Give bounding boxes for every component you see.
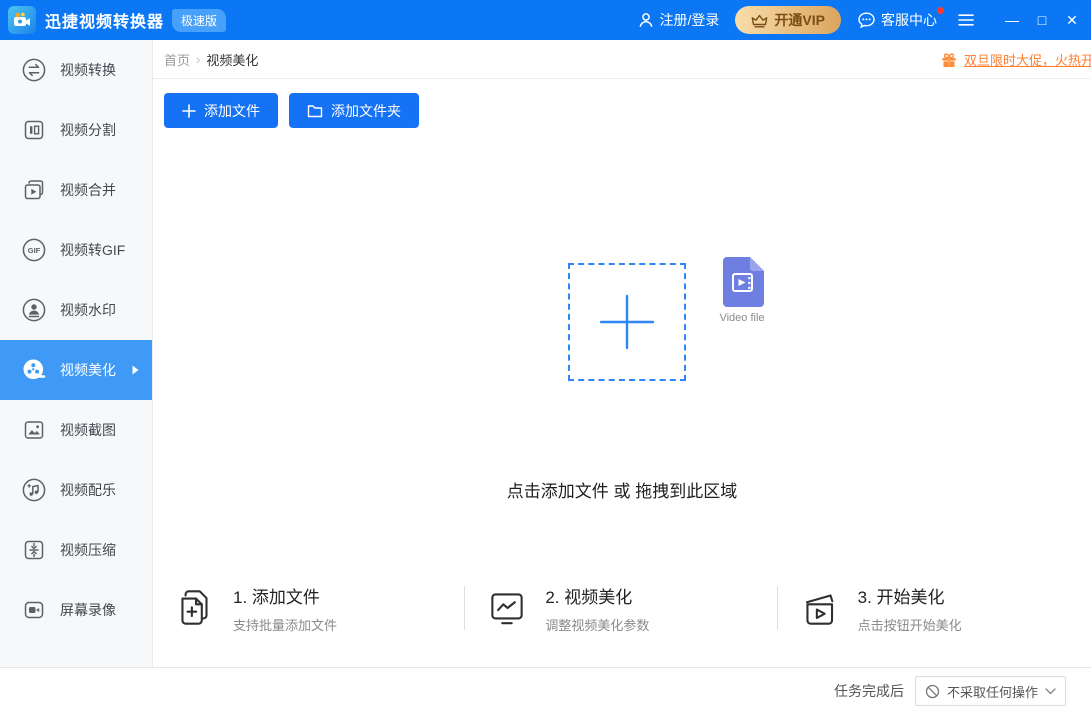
svg-text:GIF: GIF [28, 246, 41, 255]
menu-button[interactable] [953, 6, 979, 34]
step-desc: 支持批量添加文件 [233, 615, 337, 634]
sidebar-item-label: 视频压缩 [60, 540, 116, 560]
notification-dot [937, 7, 944, 14]
chevron-down-icon [1045, 688, 1056, 695]
promo-banner[interactable]: 双旦限时大促，火热开抢 [941, 40, 1091, 79]
step-title: 3. 开始美化 [858, 583, 962, 608]
main-content: 首页 › 视频美化 双旦限时大促，火热开抢 [153, 40, 1091, 667]
file-dropzone[interactable] [568, 263, 686, 381]
footer-bar: 任务完成后 不采取任何操作 [0, 667, 1091, 714]
support-button[interactable]: 客服中心 [857, 10, 937, 30]
app-window: 迅捷视频转换器 极速版 注册/登录 开通 [0, 0, 1091, 714]
titlebar: 迅捷视频转换器 极速版 注册/登录 开通 [0, 0, 1091, 40]
breadcrumb-separator: › [196, 52, 200, 67]
plus-icon [182, 104, 196, 118]
step-beautify: 2. 视频美化 调整视频美化参数 [465, 583, 776, 634]
support-label: 客服中心 [881, 10, 937, 30]
close-button[interactable]: ✕ [1059, 6, 1085, 34]
sidebar-item-label: 视频截图 [60, 420, 116, 440]
no-action-icon [925, 684, 940, 699]
sidebar-item-label: 视频转换 [60, 60, 116, 80]
titlebar-right: 注册/登录 开通VIP 客服中心 [637, 6, 1085, 34]
sidebar-item-screen-record[interactable]: 屏幕录像 [0, 580, 152, 640]
convert-icon [21, 57, 47, 83]
steps-row: 1. 添加文件 支持批量添加文件 2. 视频美化 调整视频美化参数 [153, 568, 1089, 648]
sidebar-item-label: 视频合并 [60, 180, 116, 200]
step-desc: 点击按钮开始美化 [858, 615, 962, 634]
sidebar-item-label: 视频转GIF [60, 240, 125, 260]
selected-action-label: 不采取任何操作 [947, 682, 1038, 701]
add-file-button[interactable]: 添加文件 [164, 93, 278, 128]
sidebar-item-label: 屏幕录像 [60, 600, 116, 620]
music-icon [21, 477, 47, 503]
app-title: 迅捷视频转换器 [45, 8, 164, 32]
after-task-dropdown[interactable]: 不采取任何操作 [915, 676, 1066, 706]
compress-icon [21, 537, 47, 563]
sidebar-item-label: 视频配乐 [60, 480, 116, 500]
sidebar: 视频转换 视频分割 视频合并 [0, 40, 153, 667]
breadcrumb: 首页 › 视频美化 双旦限时大促，火热开抢 [153, 40, 1091, 79]
plus-icon [598, 293, 656, 351]
vip-label: 开通VIP [774, 10, 825, 30]
sidebar-item-video-snapshot[interactable]: 视频截图 [0, 400, 152, 460]
folder-icon [307, 104, 323, 118]
sidebar-item-label: 视频水印 [60, 300, 116, 320]
add-documents-icon [172, 585, 218, 631]
add-file-label: 添加文件 [204, 101, 260, 121]
clapperboard-icon [797, 585, 843, 631]
vip-button[interactable]: 开通VIP [735, 6, 841, 34]
step-title: 1. 添加文件 [233, 583, 337, 608]
window-controls: — □ ✕ [999, 6, 1085, 34]
sidebar-item-label: 视频美化 [60, 360, 116, 380]
watermark-icon [21, 297, 47, 323]
chat-bubble-icon [857, 11, 876, 29]
app-logo-icon [8, 6, 36, 34]
edition-badge: 极速版 [172, 9, 226, 32]
video-file-label: Video file [716, 312, 768, 324]
add-folder-label: 添加文件夹 [331, 101, 401, 121]
add-folder-button[interactable]: 添加文件夹 [289, 93, 419, 128]
dropzone-hint: 点击添加文件 或 拖拽到此区域 [153, 477, 1091, 502]
video-file-preview: Video file [716, 256, 768, 324]
breadcrumb-home[interactable]: 首页 [164, 50, 190, 69]
merge-icon [21, 177, 47, 203]
crown-icon [751, 13, 768, 28]
monitor-chart-icon [484, 585, 530, 631]
breadcrumb-current: 视频美化 [206, 50, 258, 69]
maximize-button[interactable]: □ [1029, 6, 1055, 34]
sidebar-item-video-beautify[interactable]: 视频美化 [0, 340, 152, 400]
promo-label: 双旦限时大促，火热开抢 [964, 50, 1091, 69]
after-task-label: 任务完成后 [834, 681, 904, 701]
sidebar-item-video-music[interactable]: 视频配乐 [0, 460, 152, 520]
toolbar: 添加文件 添加文件夹 [164, 93, 419, 128]
step-desc: 调整视频美化参数 [545, 615, 649, 634]
film-reel-icon [21, 357, 47, 383]
login-label: 注册/登录 [660, 10, 720, 30]
sidebar-item-video-to-gif[interactable]: GIF 视频转GIF [0, 220, 152, 280]
step-add-file: 1. 添加文件 支持批量添加文件 [153, 583, 464, 634]
login-button[interactable]: 注册/登录 [637, 10, 720, 30]
gif-icon: GIF [21, 237, 47, 263]
split-icon [21, 117, 47, 143]
sidebar-item-video-merge[interactable]: 视频合并 [0, 160, 152, 220]
minimize-button[interactable]: — [999, 6, 1025, 34]
sidebar-item-video-compress[interactable]: 视频压缩 [0, 520, 152, 580]
user-icon [637, 11, 655, 29]
chevron-right-icon [132, 365, 139, 375]
sidebar-item-video-watermark[interactable]: 视频水印 [0, 280, 152, 340]
step-title: 2. 视频美化 [545, 583, 649, 608]
sidebar-item-label: 视频分割 [60, 120, 116, 140]
step-start: 3. 开始美化 点击按钮开始美化 [778, 583, 1089, 634]
sidebar-item-video-convert[interactable]: 视频转换 [0, 40, 152, 100]
snapshot-icon [21, 417, 47, 443]
screen-record-icon [21, 597, 47, 623]
sidebar-item-video-split[interactable]: 视频分割 [0, 100, 152, 160]
gift-icon [941, 52, 957, 68]
